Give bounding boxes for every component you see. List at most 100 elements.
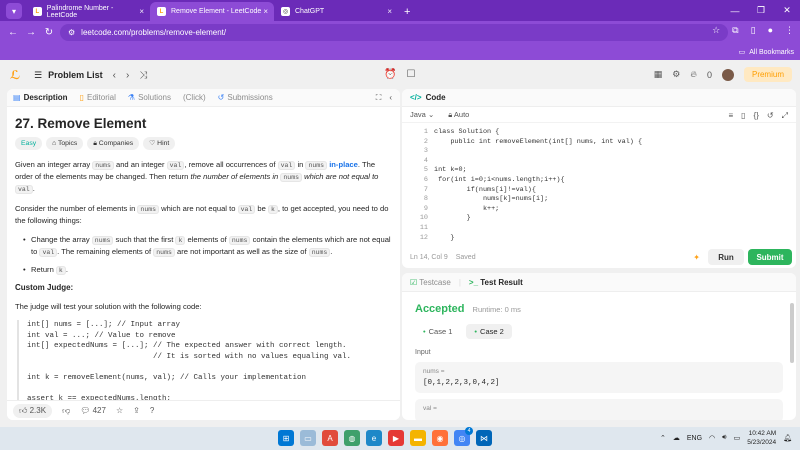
settings-gear-icon[interactable]: ⚙ [672, 69, 680, 80]
taskbar-apps: ⊞ ▭ A ◍ e ▶ ▬ ◉ ◎ 4 ⋈ [278, 427, 492, 446]
minimize-button[interactable]: — [722, 6, 748, 16]
menu-icon[interactable]: ⋮ [785, 25, 794, 36]
submit-button[interactable]: Submit [748, 249, 792, 265]
collapse-panel-icon[interactable]: ‹ [389, 93, 392, 103]
like-button[interactable]: 👍︎ 2.3K [13, 403, 53, 418]
line-number: 2 [423, 137, 428, 146]
browser-tab-chatgpt[interactable]: ◎ ChatGPT × [274, 2, 398, 21]
debug-icon[interactable]: ✦ [693, 253, 700, 262]
timer-notes-icons: ⏰ ☐ [384, 69, 415, 80]
terminal-app-icon[interactable]: ▭ [300, 430, 316, 446]
close-icon[interactable]: × [387, 7, 392, 16]
chevron-up-icon[interactable]: ⌃ [660, 434, 666, 442]
language-indicator[interactable]: ENG [687, 435, 702, 442]
firefox-app-icon[interactable]: ◉ [432, 430, 448, 446]
tab-test-result[interactable]: >_ Test Result [469, 278, 523, 287]
tab-editorial[interactable]: ▯ Editorial [80, 93, 116, 102]
hint-tag[interactable]: ♡ Hint [143, 137, 176, 150]
fullscreen-icon[interactable]: ⤢ [782, 111, 788, 121]
prev-problem-icon[interactable]: ‹ [113, 70, 116, 81]
code-line: nums[k]=nums[i]; [434, 195, 549, 204]
book-icon: ▯ [79, 93, 84, 102]
in-place-link[interactable]: in-place [327, 160, 358, 169]
photos-app-icon[interactable]: ◍ [344, 430, 360, 446]
maximize-button[interactable]: ❐ [748, 5, 774, 16]
back-button[interactable]: ← [4, 27, 22, 38]
site-info-icon[interactable]: ⚙ [68, 28, 75, 37]
volume-icon[interactable]: 🔊︎ [722, 434, 726, 442]
braces-icon[interactable]: {} [754, 111, 759, 121]
clock[interactable]: 10:42 AM 5/23/2024 [747, 429, 776, 447]
notes-icon[interactable]: ☐ [406, 69, 415, 80]
maximize-panel-icon[interactable]: ⛶ [376, 93, 382, 103]
format-icon[interactable]: ≡ [728, 111, 733, 121]
next-problem-icon[interactable]: › [126, 70, 129, 81]
run-button[interactable]: Run [708, 249, 744, 265]
youtube-app-icon[interactable]: ▶ [388, 430, 404, 446]
auto-mode-toggle[interactable]: 🔒︎ Auto [448, 110, 469, 120]
reload-button[interactable]: ↻ [40, 27, 58, 38]
tab-solutions[interactable]: ⚗ Solutions [128, 93, 171, 102]
url-bar[interactable]: ⚙ leetcode.com/problems/remove-element/ [60, 24, 728, 41]
topics-tag[interactable]: ⌂ Topics [46, 137, 84, 150]
vscode-app-icon[interactable]: ⋈ [476, 430, 492, 446]
browser-tab-palindrome[interactable]: L Palindrome Number - LeetCode × [26, 2, 150, 21]
close-icon[interactable]: × [139, 7, 144, 16]
code-editor[interactable]: 1 class Solution {2 public int removeElem… [402, 126, 796, 246]
browser-tab-remove-element[interactable]: L Remove Element - LeetCode × [150, 2, 274, 21]
close-window-button[interactable]: ✕ [774, 5, 800, 16]
help-icon[interactable]: ? [150, 406, 154, 415]
lightbulb-icon: ♡ [149, 140, 158, 147]
chevron-down-icon: ⌄ [427, 110, 435, 119]
case-tab-2[interactable]: • Case 2 [466, 324, 512, 339]
bell-icon[interactable]: 🔔︎ [783, 434, 792, 442]
timer-icon[interactable]: ⏰ [384, 69, 396, 80]
battery-icon[interactable]: ▭ [734, 434, 741, 442]
reset-icon[interactable]: ↺ [767, 111, 774, 121]
profile-icon[interactable]: ● [768, 25, 773, 36]
streak-fire-icon[interactable]: 🔥︎ [690, 69, 697, 80]
problem-list-nav[interactable]: ☰ Problem List ‹ › ⤨ [34, 70, 147, 81]
language-select[interactable]: Java ⌄ [410, 110, 434, 119]
problem-tags: Easy ⌂ Topics 🔒︎ Companies ♡ Hint [15, 137, 392, 150]
layout-icon[interactable]: ▦ [654, 69, 663, 80]
description-body: 27. Remove Element Easy ⌂ Topics 🔒︎ Comp… [7, 107, 400, 420]
document-icon: ▤ [13, 93, 21, 102]
tab-description[interactable]: ▤ Description [13, 93, 68, 102]
bookmark-icon[interactable]: ▯ [741, 111, 745, 121]
tab-testcase[interactable]: ☑ Testcase [410, 278, 451, 287]
wifi-icon[interactable]: ◠ [709, 434, 715, 442]
difficulty-badge: Easy [15, 137, 43, 150]
sidepanel-icon[interactable]: ▯ [751, 25, 756, 36]
bookmark-star-icon[interactable]: ☆ [712, 25, 720, 36]
forward-button[interactable]: → [22, 27, 40, 38]
cloud-icon[interactable]: ☁ [673, 434, 680, 442]
new-tab-button[interactable]: + [404, 6, 410, 18]
tab-submissions[interactable]: ↺ Submissions [218, 93, 273, 102]
tab-click[interactable]: (Click) [183, 93, 206, 102]
case-tab-1[interactable]: • Case 1 [415, 324, 460, 339]
companies-tag[interactable]: 🔒︎ Companies [87, 137, 140, 150]
leetcode-logo-icon[interactable]: ℒ [10, 68, 22, 82]
chrome-app-icon[interactable]: ◎ 4 [454, 427, 473, 446]
shuffle-icon[interactable]: ⤨ [139, 70, 147, 81]
list-icon: ☰ [34, 69, 43, 80]
close-icon[interactable]: × [263, 7, 268, 16]
file-explorer-icon[interactable]: ▬ [410, 430, 426, 446]
start-icon[interactable]: ⊞ [278, 430, 294, 446]
line-number: 8 [423, 195, 428, 204]
pdf-app-icon[interactable]: A [322, 430, 338, 446]
dislike-icon[interactable]: 👎︎ [62, 406, 70, 416]
extensions-icon[interactable]: ⧉ [732, 25, 738, 36]
tab-search-button[interactable]: ▾ [6, 3, 22, 19]
comments-button[interactable]: 💬︎ 427 [80, 406, 106, 415]
share-icon[interactable]: ⇪ [133, 406, 140, 415]
edge-app-icon[interactable]: e [366, 430, 382, 446]
tab-title: Palindrome Number - LeetCode [46, 4, 114, 19]
star-icon[interactable]: ☆ [116, 406, 123, 415]
avatar[interactable] [721, 68, 734, 81]
scrollbar[interactable] [790, 303, 794, 363]
all-bookmarks-link[interactable]: All Bookmarks [749, 49, 794, 56]
premium-button[interactable]: Premium [743, 67, 792, 82]
test-result-panel: ☑ Testcase | >_ Test Result Accepted Run… [402, 273, 796, 420]
